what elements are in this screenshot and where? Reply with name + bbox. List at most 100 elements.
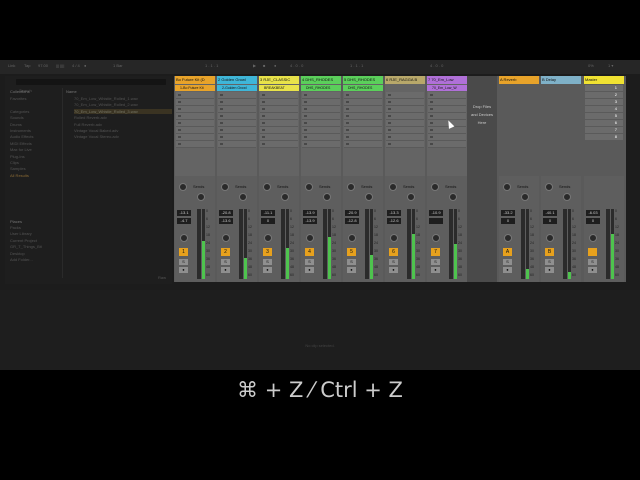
empty-clip-slot[interactable] — [428, 134, 466, 141]
record-arm-button[interactable]: ● — [221, 267, 230, 273]
empty-clip-slot[interactable] — [428, 141, 466, 148]
track-activator-button[interactable]: 2 — [221, 248, 230, 256]
places-item[interactable]: Add Folder... — [10, 257, 60, 262]
transport-item[interactable]: 1 . 1 . 1 — [350, 63, 363, 68]
pan-knob[interactable] — [180, 234, 188, 242]
pan-display[interactable]: 0 — [261, 218, 275, 224]
clip-slot-filled[interactable]: BREAKBEAT — [259, 85, 299, 91]
solo-button[interactable]: S — [431, 259, 440, 265]
empty-clip-slot[interactable] — [218, 113, 256, 120]
volume-display[interactable]: -6.03 — [586, 210, 600, 216]
scene-launch-row[interactable]: 7 — [585, 127, 623, 133]
empty-clip-slot[interactable] — [302, 120, 340, 127]
empty-clip-slot[interactable] — [176, 120, 214, 127]
solo-button[interactable]: S — [263, 259, 272, 265]
empty-clip-slot[interactable] — [218, 106, 256, 113]
file-item[interactable]: 70_Em_Low_Whistle_Rolled_1.wav — [74, 96, 172, 101]
empty-clip-slot[interactable] — [176, 99, 214, 106]
empty-clip-slot[interactable] — [344, 106, 382, 113]
return-track-header[interactable]: B Delay — [541, 76, 581, 84]
file-item[interactable]: 70_Em_Low_Whistle_Rolled_2.wav — [74, 102, 172, 107]
solo-button[interactable]: S — [389, 259, 398, 265]
sidebar-item[interactable]: MIDI Effects — [10, 141, 60, 146]
file-item[interactable]: Vintage Vocal Stereo.adv — [74, 134, 172, 139]
volume-display[interactable]: -20.9 — [345, 210, 359, 216]
pan-knob[interactable] — [348, 234, 356, 242]
empty-clip-slot[interactable] — [428, 106, 466, 113]
solo-button[interactable]: S — [545, 259, 554, 265]
pan-knob[interactable] — [504, 234, 512, 242]
empty-clip-slot[interactable] — [218, 120, 256, 127]
file-item[interactable]: Vintage Vocal Baked.adv — [74, 128, 172, 133]
solo-button[interactable]: S — [179, 259, 188, 265]
volume-fader[interactable] — [239, 209, 243, 279]
volume-fader[interactable] — [521, 209, 525, 279]
pan-display[interactable]: -12.8 — [345, 218, 359, 224]
places-item[interactable]: User Library — [10, 231, 60, 236]
record-arm-button[interactable]: ● — [588, 267, 597, 273]
scene-launch-row[interactable]: 8 — [585, 134, 623, 140]
pan-display[interactable]: 0 — [586, 218, 600, 224]
empty-clip-slot[interactable] — [344, 141, 382, 148]
solo-button[interactable]: S — [221, 259, 230, 265]
solo-button[interactable]: S — [503, 259, 512, 265]
pan-display[interactable]: 0 — [543, 218, 557, 224]
scene-launch-row[interactable]: 4 — [585, 106, 623, 112]
volume-fader[interactable] — [449, 209, 453, 279]
empty-clip-slot[interactable] — [302, 134, 340, 141]
pan-knob[interactable] — [589, 234, 597, 242]
track-activator-button[interactable]: 5 — [347, 248, 356, 256]
transport-item[interactable]: ■ — [263, 63, 265, 68]
track-activator-button[interactable]: B — [545, 248, 554, 256]
sidebar-item[interactable]: Sounds — [10, 115, 60, 120]
clip-slot-filled[interactable]: 2-Golden Growl — [217, 85, 257, 91]
transport-item[interactable]: 4 . 0 . 0 — [430, 63, 443, 68]
empty-clip-slot[interactable] — [218, 134, 256, 141]
empty-clip-slot[interactable] — [260, 92, 298, 99]
empty-clip-slot[interactable] — [176, 92, 214, 99]
pan-knob[interactable] — [390, 234, 398, 242]
empty-clip-slot[interactable] — [386, 120, 424, 127]
empty-clip-slot[interactable] — [176, 127, 214, 134]
record-arm-button[interactable]: ● — [347, 267, 356, 273]
transport-item[interactable]: 1 . 1 . 1 — [205, 63, 218, 68]
send-b-knob[interactable] — [197, 193, 205, 201]
sidebar-item[interactable]: All Results — [10, 173, 60, 178]
transport-item[interactable]: 1 ▾ — [608, 63, 613, 68]
volume-display[interactable]: -10.9 — [429, 210, 443, 216]
solo-button[interactable]: S — [588, 259, 597, 265]
empty-clip-slot[interactable] — [176, 134, 214, 141]
scene-launch-row[interactable]: 6 — [585, 120, 623, 126]
solo-button[interactable]: S — [305, 259, 314, 265]
record-arm-button[interactable]: ● — [263, 267, 272, 273]
pan-display[interactable]: 0 — [501, 218, 515, 224]
track-header[interactable]: 2 Golden Growl — [217, 76, 257, 84]
empty-clip-slot[interactable] — [386, 127, 424, 134]
volume-display[interactable]: -13.9 — [303, 210, 317, 216]
empty-clip-slot[interactable] — [260, 141, 298, 148]
send-a-knob[interactable] — [179, 183, 187, 191]
places-item[interactable]: GR_T_Things_Bit — [10, 244, 60, 249]
send-b-knob[interactable] — [281, 193, 289, 201]
track-activator-button[interactable]: 6 — [389, 248, 398, 256]
transport-item[interactable]: 97.00 — [38, 63, 48, 68]
track-header[interactable]: 6 RJE_RAGGA B — [385, 76, 425, 84]
empty-clip-slot[interactable] — [176, 106, 214, 113]
scene-launch-row[interactable]: 3 — [585, 99, 623, 105]
track-activator-button[interactable]: 3 — [263, 248, 272, 256]
file-item[interactable]: Rolled Reverb.adv — [74, 115, 172, 120]
volume-display[interactable]: -33.2 — [501, 210, 515, 216]
record-arm-button[interactable]: ● — [305, 267, 314, 273]
send-b-knob[interactable] — [521, 193, 529, 201]
empty-clip-slot[interactable] — [260, 113, 298, 120]
volume-fader[interactable] — [563, 209, 567, 279]
empty-clip-slot[interactable] — [386, 141, 424, 148]
empty-clip-slot[interactable] — [344, 127, 382, 134]
empty-clip-slot[interactable] — [428, 113, 466, 120]
transport-item[interactable]: 4 / 4 — [72, 63, 80, 68]
empty-clip-slot[interactable] — [344, 134, 382, 141]
volume-display[interactable]: -13.1 — [177, 210, 191, 216]
file-item[interactable]: 70_Em_Low_Whistle_Rolled_3.wav — [74, 108, 172, 114]
volume-fader[interactable] — [281, 209, 285, 279]
empty-clip-slot[interactable] — [386, 106, 424, 113]
